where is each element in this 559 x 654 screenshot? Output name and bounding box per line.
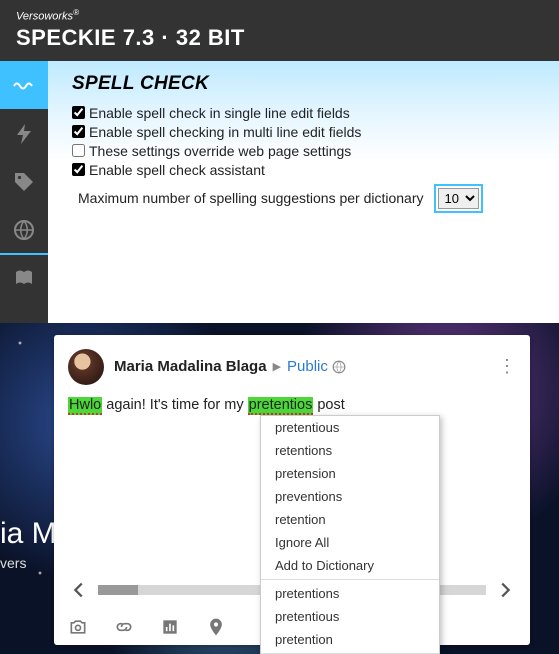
wave-icon (12, 74, 36, 98)
avatar[interactable] (68, 349, 104, 385)
brand-label: Versoworks® (16, 8, 543, 23)
suggestion-item[interactable]: pretention (261, 628, 439, 651)
tag-icon (12, 170, 36, 194)
suggestion-item[interactable]: pretentious (261, 416, 439, 439)
more-icon[interactable]: ⋮ (498, 356, 516, 377)
post-body[interactable]: Hwlo again! It's time for my pretentios … (54, 395, 530, 416)
sidebar-item-book[interactable] (0, 253, 48, 301)
sidebar-item-spell[interactable] (0, 61, 48, 109)
panel: SPELL CHECK Enable spell check in single… (48, 61, 559, 323)
sidebar-item-power[interactable] (0, 109, 48, 157)
app-title: SPECKIE 7.3 · 32 BIT (16, 25, 543, 51)
globe-icon (12, 218, 36, 242)
sidebar-item-globe[interactable] (0, 205, 48, 253)
opt-label: Enable spell check assistant (89, 162, 265, 178)
max-suggestions-select[interactable]: 10 (438, 188, 479, 209)
book-icon (12, 266, 36, 290)
suggestion-item[interactable]: preventions (261, 485, 439, 508)
author-name[interactable]: Maria Madalina Blaga (114, 358, 267, 375)
visibility-link[interactable]: Public (287, 358, 328, 375)
camera-icon[interactable] (68, 617, 88, 637)
chk-single-line[interactable] (72, 106, 85, 119)
settings-area: SPELL CHECK Enable spell check in single… (0, 61, 559, 323)
chk-assistant[interactable] (72, 163, 85, 176)
spell-context-menu: pretentious retentions pretension preven… (260, 415, 440, 654)
panel-title: SPELL CHECK (72, 73, 543, 95)
suggestion-item[interactable]: pretentious (261, 605, 439, 628)
lightning-icon (12, 122, 36, 146)
profile-sub-partial: vers (0, 555, 57, 571)
post-text-tail: post (313, 397, 344, 413)
opt-label: Enable spell check in single line edit f… (89, 105, 350, 121)
opt-single-line[interactable]: Enable spell check in single line edit f… (72, 105, 543, 121)
suggestion-item[interactable]: retention (261, 508, 439, 531)
profile-name-partial: ia M (0, 517, 57, 551)
max-suggestions-row: Maximum number of spelling suggestions p… (72, 184, 543, 213)
menu-separator (261, 579, 439, 580)
globe-small-icon (332, 360, 346, 374)
suggestion-item[interactable]: pretentions (261, 582, 439, 605)
page-background: ia M vers Maria Madalina Blaga ▶ Public … (0, 323, 559, 654)
app-header: Versoworks® SPECKIE 7.3 · 32 BIT (0, 0, 559, 61)
profile-partial: ia M vers (0, 517, 57, 571)
suggestion-item[interactable]: retentions (261, 439, 439, 462)
ignore-all[interactable]: Ignore All (261, 531, 439, 554)
opt-override[interactable]: These settings override web page setting… (72, 143, 543, 159)
suggestion-item[interactable]: pretension (261, 462, 439, 485)
chevron-left-icon[interactable] (68, 579, 90, 601)
link-icon[interactable] (114, 617, 134, 637)
opt-label: These settings override web page setting… (89, 143, 351, 159)
arrow-icon: ▶ (273, 360, 281, 373)
opt-multi-line[interactable]: Enable spell checking in multi line edit… (72, 124, 543, 140)
chevron-right-icon[interactable] (494, 579, 516, 601)
chk-multi-line[interactable] (72, 125, 85, 138)
misspelled-word-2[interactable]: pretentios (248, 397, 314, 415)
sidebar-item-tag[interactable] (0, 157, 48, 205)
opt-assistant[interactable]: Enable spell check assistant (72, 162, 543, 178)
poll-icon[interactable] (160, 617, 180, 637)
misspelled-word-1[interactable]: Hwlo (68, 397, 102, 415)
opt-label: Enable spell checking in multi line edit… (89, 124, 361, 140)
sidebar (0, 61, 48, 323)
attachment-row (68, 617, 226, 637)
location-icon[interactable] (206, 617, 226, 637)
max-label: Maximum number of spelling suggestions p… (78, 190, 424, 206)
add-to-dictionary[interactable]: Add to Dictionary (261, 554, 439, 577)
chk-override[interactable] (72, 144, 85, 157)
post-text: again! It's time for my (102, 397, 247, 413)
post-header: Maria Madalina Blaga ▶ Public ⋮ (54, 335, 530, 395)
